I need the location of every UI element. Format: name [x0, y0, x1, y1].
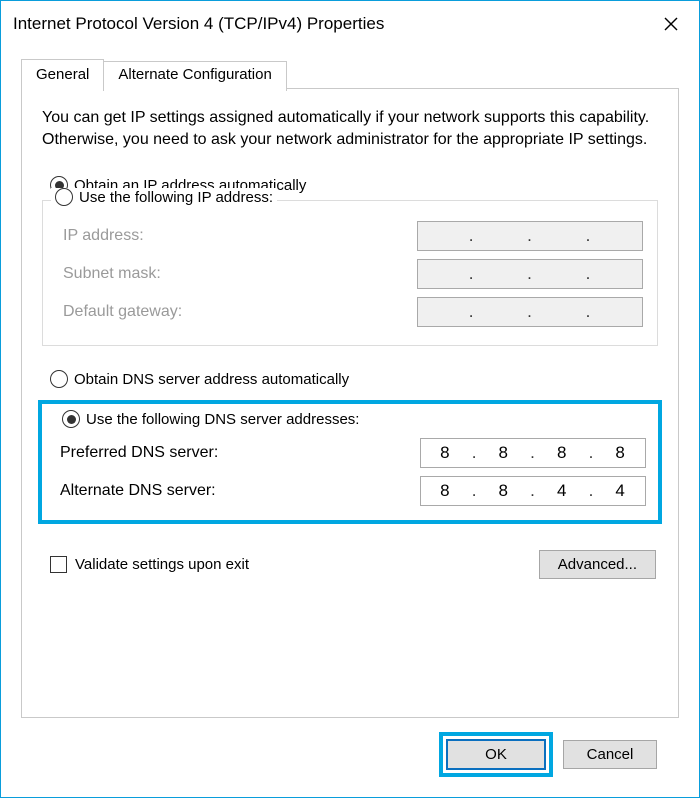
- radio-dns-auto[interactable]: Obtain DNS server address automatically: [50, 370, 658, 388]
- row-preferred-dns: Preferred DNS server: 8. 8. 8. 8: [54, 438, 646, 468]
- tab-label: General: [36, 66, 89, 83]
- tab-panel-general: You can get IP settings assigned automat…: [21, 88, 679, 718]
- preferred-dns-input[interactable]: 8. 8. 8. 8: [420, 438, 646, 468]
- preferred-dns-label: Preferred DNS server:: [60, 444, 218, 462]
- ok-highlight: OK: [439, 732, 553, 777]
- close-icon: [664, 17, 678, 31]
- dns-highlight: Use the following DNS server addresses: …: [38, 400, 662, 524]
- subnet-mask-label: Subnet mask:: [63, 265, 161, 283]
- validate-label: Validate settings upon exit: [75, 556, 249, 573]
- radio-ip-manual[interactable]: Use the following IP address:: [51, 188, 277, 206]
- close-button[interactable]: [649, 9, 693, 39]
- radio-label: Use the following DNS server addresses:: [86, 411, 359, 428]
- row-subnet-mask: Subnet mask: . . .: [57, 259, 643, 289]
- alternate-dns-input[interactable]: 8. 8. 4. 4: [420, 476, 646, 506]
- radio-label: Obtain DNS server address automatically: [74, 371, 349, 388]
- validate-checkbox[interactable]: Validate settings upon exit: [50, 556, 249, 573]
- checkbox-icon: [50, 556, 67, 573]
- tab-label: Alternate Configuration: [118, 66, 271, 83]
- default-gateway-label: Default gateway:: [63, 303, 182, 321]
- row-alternate-dns: Alternate DNS server: 8. 8. 4. 4: [54, 476, 646, 506]
- subnet-mask-input: . . .: [417, 259, 643, 289]
- radio-label: Use the following IP address:: [79, 189, 273, 206]
- titlebar: Internet Protocol Version 4 (TCP/IPv4) P…: [1, 1, 699, 47]
- radio-icon: [50, 370, 68, 388]
- advanced-button[interactable]: Advanced...: [539, 550, 656, 579]
- dialog-footer: OK Cancel: [21, 718, 679, 797]
- content-area: General Alternate Configuration You can …: [1, 47, 699, 797]
- dialog-window: Internet Protocol Version 4 (TCP/IPv4) P…: [0, 0, 700, 798]
- row-ip-address: IP address: . . .: [57, 221, 643, 251]
- ip-address-label: IP address:: [63, 227, 144, 245]
- default-gateway-input: . . .: [417, 297, 643, 327]
- bottom-row: Validate settings upon exit Advanced...: [42, 550, 658, 579]
- intro-text: You can get IP settings assigned automat…: [42, 107, 658, 150]
- tab-bar: General Alternate Configuration: [21, 59, 679, 89]
- alternate-dns-label: Alternate DNS server:: [60, 482, 216, 500]
- tab-general[interactable]: General: [21, 59, 104, 89]
- button-label: Advanced...: [558, 556, 637, 573]
- cancel-button[interactable]: Cancel: [563, 740, 657, 769]
- radio-icon: [55, 188, 73, 206]
- dialog-title: Internet Protocol Version 4 (TCP/IPv4) P…: [13, 14, 384, 34]
- ip-manual-group: Use the following IP address: IP address…: [42, 200, 658, 346]
- row-default-gateway: Default gateway: . . .: [57, 297, 643, 327]
- button-label: Cancel: [587, 746, 634, 763]
- tab-alternate-configuration[interactable]: Alternate Configuration: [103, 61, 286, 91]
- radio-icon: [62, 410, 80, 428]
- ok-button[interactable]: OK: [446, 739, 546, 770]
- button-label: OK: [485, 746, 507, 763]
- ip-address-input: . . .: [417, 221, 643, 251]
- radio-dns-manual[interactable]: Use the following DNS server addresses:: [62, 410, 646, 428]
